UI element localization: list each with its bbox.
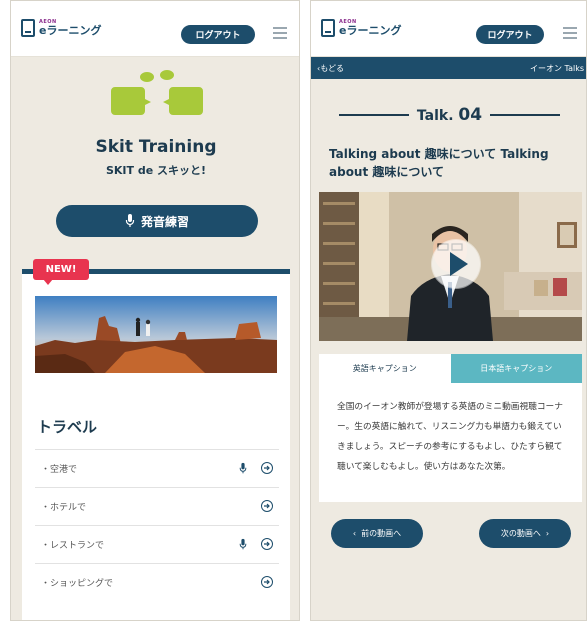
page-title: Skit Training — [95, 137, 217, 157]
arrow-right-circle-icon[interactable] — [261, 462, 273, 474]
sub-navbar: ‹もどる イーオン Talks — [311, 57, 586, 79]
logo[interactable]: AEON eラーニング — [321, 19, 401, 37]
previous-video-button[interactable]: ‹ 前の動画へ — [331, 519, 423, 548]
tab-japanese-caption[interactable]: 日本語キャプション — [450, 354, 582, 383]
microphone-icon[interactable] — [239, 462, 247, 475]
list-item-label: ・ショッピングで — [41, 579, 114, 589]
travel-photo[interactable] — [35, 296, 277, 373]
video-player[interactable] — [319, 192, 582, 341]
talk-title: Talking about 趣味について Talking about 趣味につい… — [329, 147, 549, 179]
talk-label: Talk. — [416, 108, 454, 124]
list-item[interactable]: ・ショッピングで — [35, 563, 279, 601]
skit-training-screen: AEON eラーニング ログアウト Skit Training SKIT de … — [10, 0, 300, 621]
hamburger-menu-icon[interactable] — [273, 27, 287, 39]
talk-number: 04 — [458, 105, 483, 125]
talk-heading: Talk. 04 — [311, 105, 586, 125]
list-item[interactable]: ・空港で — [35, 449, 279, 487]
logo[interactable]: AEON eラーニング — [21, 19, 101, 37]
next-video-button[interactable]: 次の動画へ › — [479, 519, 571, 548]
microphone-icon[interactable] — [239, 538, 247, 551]
tab-english-caption[interactable]: 英語キャプション — [319, 354, 451, 383]
logout-button[interactable]: ログアウト — [181, 25, 255, 44]
caption-tabs: 英語キャプション 日本語キャプション — [319, 354, 582, 383]
previous-video-label: 前の動画へ — [361, 529, 402, 538]
arrow-right-circle-icon[interactable] — [261, 538, 273, 550]
caption-text: 全国のイーオン教師が登場する英語のミニ動画視聴コーナー。生の英語に触れて、リスニ… — [319, 383, 582, 502]
divider — [338, 114, 409, 116]
section-title: トラベル — [37, 418, 98, 436]
list-item[interactable]: ・ホテルで — [35, 487, 279, 525]
microphone-icon — [125, 214, 135, 227]
hamburger-menu-icon[interactable] — [563, 27, 577, 39]
logo-icon — [321, 19, 335, 37]
header: AEON eラーニング ログアウト — [311, 1, 586, 57]
arrow-right-circle-icon[interactable] — [261, 576, 273, 588]
travel-list: ・空港で ・ホテルで ・レストランで ・ショッピングで — [35, 449, 279, 601]
divider — [490, 114, 561, 116]
list-item-label: ・空港で — [41, 465, 78, 475]
chat-faces-icon — [111, 70, 203, 115]
new-badge: NEW! — [33, 259, 89, 285]
play-button-icon[interactable] — [431, 239, 481, 289]
logo-name: eラーニング — [339, 24, 402, 37]
logout-button[interactable]: ログアウト — [476, 25, 544, 44]
back-link[interactable]: ‹もどる — [317, 63, 344, 74]
arrow-right-circle-icon[interactable] — [261, 500, 273, 512]
list-item-label: ・ホテルで — [41, 503, 87, 513]
chevron-right-icon: › — [545, 529, 550, 538]
breadcrumb: イーオン Talks — [529, 63, 584, 73]
header: AEON eラーニング ログアウト — [11, 1, 299, 57]
pronunciation-practice-button[interactable]: 発音練習 — [56, 205, 258, 237]
chevron-left-icon: ‹ — [352, 529, 357, 538]
list-item[interactable]: ・レストランで — [35, 525, 279, 563]
logo-icon — [21, 19, 35, 37]
list-item-label: ・レストランで — [41, 541, 105, 551]
page-subtitle: SKIT de スキッと! — [105, 164, 207, 177]
pronunciation-practice-label: 発音練習 — [140, 214, 189, 229]
talks-video-screen: AEON eラーニング ログアウト ‹もどる イーオン Talks Talk. … — [310, 0, 587, 621]
logo-name: eラーニング — [39, 24, 102, 37]
next-video-label: 次の動画へ — [500, 529, 541, 538]
